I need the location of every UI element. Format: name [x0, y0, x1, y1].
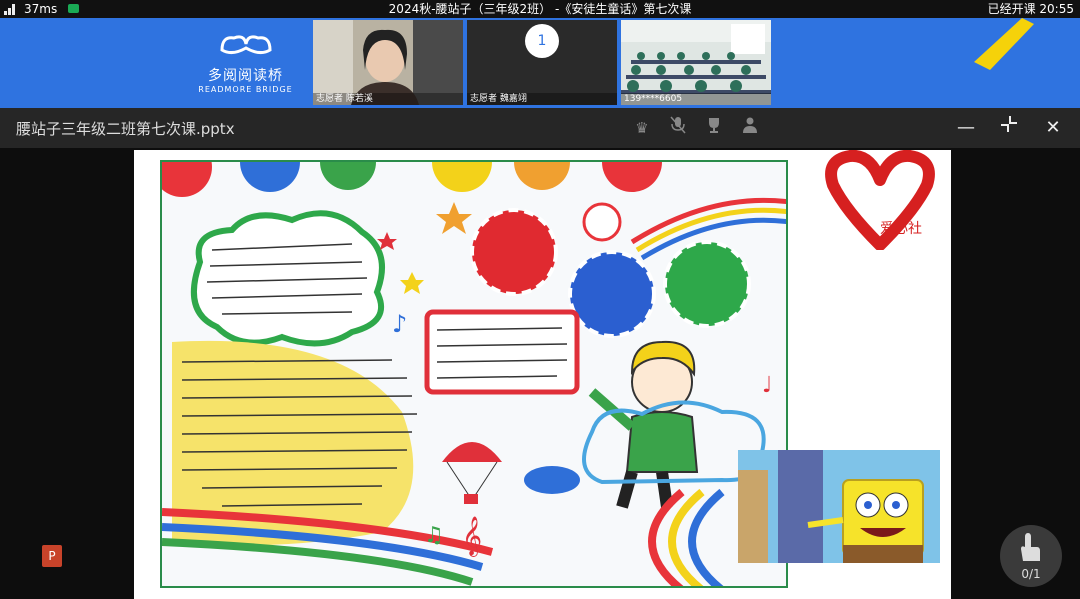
participant-label: 志愿者 陈若溪 — [313, 93, 463, 105]
cartoon-image — [738, 450, 940, 563]
participant-number-badge: 1 — [525, 24, 559, 58]
minimize-icon[interactable]: — — [953, 115, 979, 141]
mute-icon[interactable] — [666, 116, 690, 140]
participant-label: 志愿者 魏嘉翊 — [467, 93, 617, 105]
person-icon[interactable] — [738, 116, 762, 140]
participant-tile-3[interactable]: 139****6605 — [621, 20, 771, 105]
raise-hand-icon — [1021, 533, 1040, 561]
svg-text:♪: ♪ — [392, 310, 407, 338]
svg-text:𝄞: 𝄞 — [462, 516, 482, 557]
collapse-icon[interactable] — [996, 115, 1022, 141]
bridge-logo-icon — [188, 30, 303, 67]
heart-logo: 爱心社 — [825, 149, 935, 251]
status-bar: 37ms 2024秋-腰站子（三年级2班） -《安徒生童话》第七次课 已经开课 … — [0, 0, 1080, 18]
crown-icon[interactable]: ♛ — [630, 116, 654, 140]
document-toolbar: 腰站子三年级二班第七次课.pptx ♛ — ✕ — [0, 108, 1080, 148]
brand-name-en: READMORE BRIDGE — [198, 85, 293, 94]
trophy-icon[interactable] — [702, 116, 726, 140]
elapsed-time: 已经开课 20:55 — [987, 2, 1074, 16]
pptx-file-icon[interactable]: P — [42, 545, 62, 567]
participant-label: 139****6605 — [621, 93, 771, 105]
participant-tile-1[interactable]: 志愿者 陈若溪 — [313, 20, 463, 105]
close-icon[interactable]: ✕ — [1040, 115, 1066, 141]
club-label: 爱心社 — [880, 221, 922, 237]
raise-hand-button[interactable]: 0/1 — [1000, 525, 1062, 587]
raise-hand-count: 0/1 — [1021, 567, 1041, 581]
meeting-title: 2024秋-腰站子（三年级2班） -《安徒生童话》第七次课 — [388, 2, 692, 16]
brand-logo: 多阅阅读桥 READMORE BRIDGE — [188, 30, 303, 100]
poster-image: ♪ 𝄞 ♫ ♩ — [160, 160, 788, 588]
document-title: 腰站子三年级二班第七次课.pptx — [16, 120, 235, 138]
decorative-stroke — [974, 18, 1034, 70]
brand-name-cn: 多阅阅读桥 — [208, 68, 283, 84]
svg-text:♩: ♩ — [762, 373, 772, 398]
svg-text:♫: ♫ — [424, 523, 444, 548]
